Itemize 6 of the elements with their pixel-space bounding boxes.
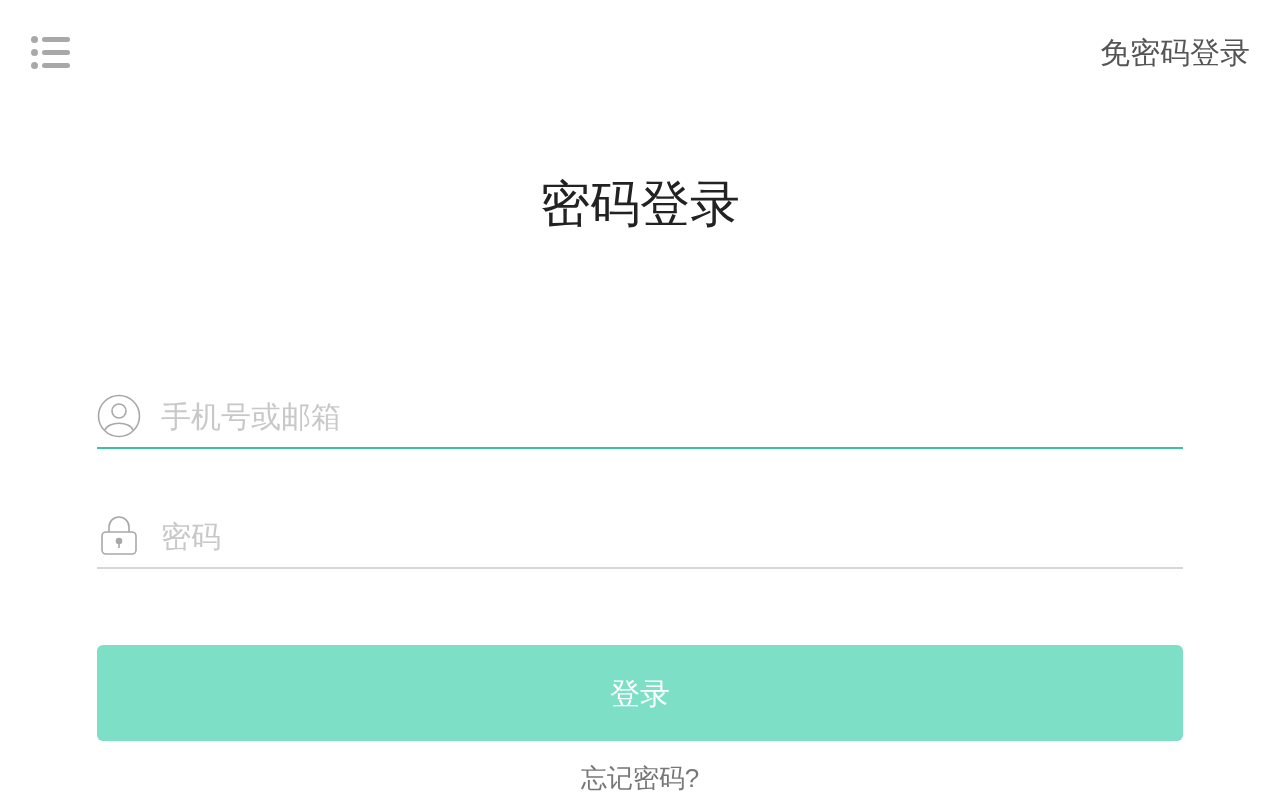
- user-icon: [97, 394, 141, 438]
- passwordless-login-link[interactable]: 免密码登录: [1100, 37, 1250, 68]
- menu-icon[interactable]: [31, 36, 70, 69]
- forgot-password-link[interactable]: 忘记密码?: [580, 765, 700, 791]
- page-title: 密码登录: [539, 179, 741, 229]
- lock-icon: [100, 516, 138, 556]
